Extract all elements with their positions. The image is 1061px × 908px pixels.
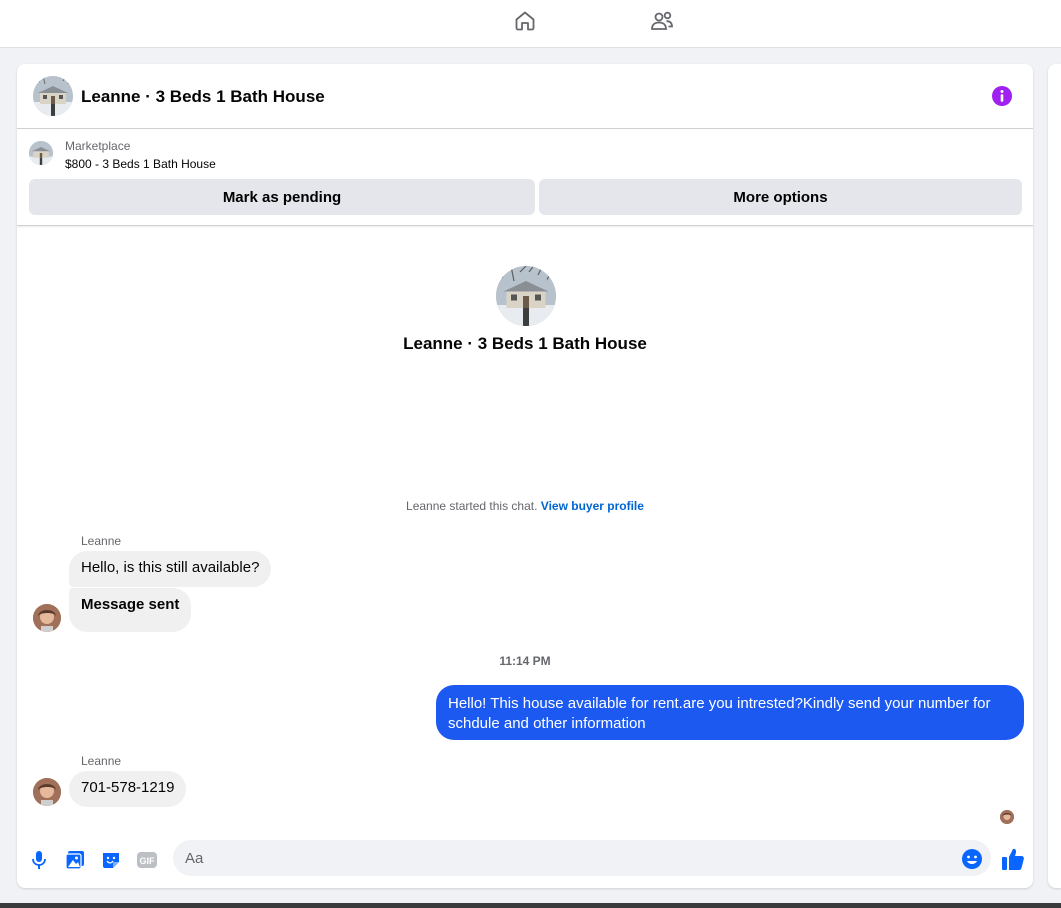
listing-avatar[interactable] — [33, 76, 73, 116]
message-composer: GIF — [17, 834, 1033, 888]
chat-panel: Leanne · 3 Beds 1 Bath House Marketplace… — [17, 64, 1033, 888]
chat-started-text: Leanne started this chat. — [406, 499, 538, 513]
conversation-avatar — [496, 266, 556, 326]
svg-text:GIF: GIF — [140, 856, 156, 866]
top-nav-bar — [0, 0, 1061, 48]
incoming-message[interactable]: Hello, is this still available? — [69, 551, 272, 587]
message-timestamp: 11:14 PM — [499, 654, 551, 668]
people-icon[interactable] — [644, 6, 680, 36]
listing-bar: Marketplace $800 - 3 Beds 1 Bath House M… — [17, 129, 1033, 226]
conversation-title: Leanne · 3 Beds 1 Bath House — [403, 334, 647, 353]
sender-avatar[interactable] — [33, 604, 61, 632]
message-sender-name: Leanne — [81, 534, 122, 548]
message-input[interactable] — [173, 840, 991, 876]
chat-started-notice: Leanne started this chat. View buyer pro… — [17, 499, 1033, 513]
info-icon[interactable] — [991, 85, 1013, 107]
sticker-icon[interactable] — [99, 848, 123, 872]
sender-avatar[interactable] — [33, 778, 61, 806]
incoming-message[interactable]: Message sent — [69, 588, 192, 632]
microphone-icon[interactable] — [27, 848, 51, 872]
outgoing-message[interactable]: Hello! This house available for rent.are… — [436, 685, 1024, 740]
photo-icon[interactable] — [63, 848, 87, 872]
message-sender-name: Leanne — [81, 754, 122, 768]
emoji-icon[interactable] — [961, 848, 983, 870]
view-buyer-profile-link[interactable]: View buyer profile — [541, 499, 644, 513]
home-icon[interactable] — [507, 6, 543, 36]
incoming-message[interactable]: 701-578-1219 — [69, 771, 187, 807]
chat-header: Leanne · 3 Beds 1 Bath House — [17, 64, 1033, 129]
window-bottom-edge — [0, 903, 1061, 908]
mark-as-pending-button[interactable]: Mark as pending — [29, 179, 535, 215]
seen-by-avatar — [1000, 810, 1014, 824]
like-icon[interactable] — [1000, 846, 1026, 872]
listing-summary[interactable]: $800 - 3 Beds 1 Bath House — [65, 157, 216, 171]
listing-thumbnail[interactable] — [29, 141, 53, 165]
chat-title[interactable]: Leanne · 3 Beds 1 Bath House — [81, 87, 325, 107]
marketplace-label: Marketplace — [65, 139, 131, 153]
gif-icon[interactable]: GIF — [135, 848, 159, 872]
more-options-button[interactable]: More options — [539, 179, 1022, 215]
side-panel-edge — [1048, 64, 1061, 888]
